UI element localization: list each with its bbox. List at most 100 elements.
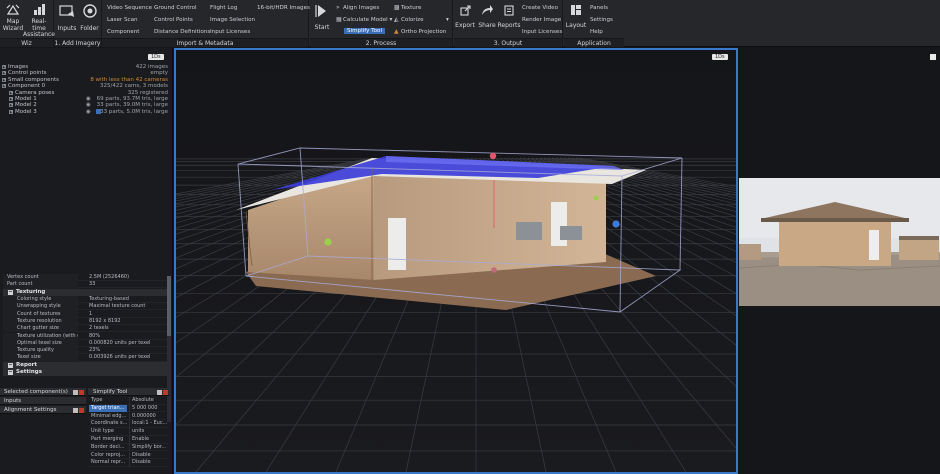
panel-close-icon[interactable] bbox=[79, 407, 84, 413]
colorize-button[interactable]: ◭ Colorize bbox=[394, 17, 424, 24]
property-row[interactable]: Part count 33 bbox=[3, 281, 167, 289]
properties-scrollbar-thumb[interactable] bbox=[167, 276, 171, 336]
inputs-button[interactable]: Inputs bbox=[57, 2, 77, 33]
folder-button[interactable]: Folder bbox=[79, 2, 100, 33]
property-row[interactable]: Vertex count 2.5M (2526460) bbox=[3, 274, 167, 282]
simplify-setting-row[interactable]: Target trian... 5 000 000 bbox=[89, 404, 169, 413]
tree-expand-icon[interactable]: + bbox=[9, 103, 13, 108]
property-row[interactable]: Coloring style Texturing-based bbox=[3, 296, 167, 304]
simplify-setting-row[interactable]: Normal repr... Disable bbox=[89, 459, 169, 467]
selected-components-panel-header[interactable]: Selected component(s) bbox=[0, 388, 86, 396]
simplify-setting-row[interactable]: Type Absolute bbox=[89, 397, 169, 405]
video-sequence-button[interactable]: Video Sequence bbox=[107, 5, 152, 11]
property-row[interactable]: Count of textures 1 bbox=[3, 310, 167, 318]
simplify-setting-value[interactable]: Disable bbox=[129, 459, 169, 467]
gizmo-bottom-handle[interactable] bbox=[491, 267, 497, 273]
hdr-images-button[interactable]: 16-bit/HDR Images bbox=[257, 5, 310, 11]
tree-expand-icon[interactable]: + bbox=[9, 90, 13, 95]
tree-expand-icon[interactable]: + bbox=[9, 97, 13, 101]
simplify-tool-panel-header[interactable]: Simplify Tool bbox=[88, 388, 170, 396]
section-toggle-icon[interactable]: − bbox=[8, 289, 13, 295]
render-image-button[interactable]: Render Image bbox=[522, 17, 561, 23]
section-toggle-icon[interactable]: − bbox=[8, 370, 13, 376]
settings-section-header[interactable]: − Settings bbox=[3, 369, 167, 377]
settings-button[interactable]: Settings bbox=[590, 17, 613, 23]
simplify-setting-value[interactable]: units bbox=[129, 428, 169, 436]
process-more-dropdown[interactable]: ▾ bbox=[446, 17, 449, 23]
panel-close-icon[interactable] bbox=[79, 389, 84, 395]
simplify-setting-row[interactable]: Part merging Enable bbox=[89, 436, 169, 444]
simplify-setting-value[interactable]: Simplify bor... bbox=[129, 443, 169, 452]
tree-zoom-badge[interactable]: 1Ds bbox=[148, 54, 164, 60]
inputs-panel-header[interactable]: Inputs bbox=[0, 397, 86, 405]
panels-button[interactable]: Panels bbox=[590, 5, 608, 11]
simplify-setting-value[interactable]: 0.000000 bbox=[129, 412, 169, 421]
viewport-zoom-badge[interactable]: 1Ds bbox=[712, 54, 728, 60]
selected-model-icon[interactable] bbox=[96, 109, 101, 115]
tree-expand-icon[interactable]: + bbox=[2, 84, 6, 89]
create-video-button[interactable]: Create Video bbox=[522, 5, 558, 11]
simplify-setting-row[interactable]: Unit type units bbox=[89, 428, 169, 436]
3d-viewport[interactable]: 1Ds bbox=[174, 48, 738, 474]
output-input-licenses-button[interactable]: Input Licenses bbox=[522, 29, 562, 35]
panel-detach-icon[interactable] bbox=[73, 407, 78, 413]
property-row[interactable]: Texture quality 23% bbox=[3, 347, 167, 355]
ground-control-button[interactable]: Ground Control bbox=[154, 5, 197, 11]
calculate-model-button[interactable]: ▦Calculate Model ▾ bbox=[336, 17, 392, 24]
property-row[interactable]: Chart gutter size 2 texels bbox=[3, 325, 167, 333]
tree-expand-icon[interactable]: + bbox=[2, 77, 6, 82]
property-row[interactable]: Texture utilization (with gut... 80% bbox=[3, 332, 167, 340]
tree-expand-icon[interactable]: + bbox=[2, 65, 6, 69]
control-points-button[interactable]: Control Points bbox=[154, 17, 193, 23]
panel-detach-icon[interactable] bbox=[73, 389, 78, 395]
simplify-setting-row[interactable]: Minimal edg... 0.000000 bbox=[89, 412, 169, 421]
texturing-section-header[interactable]: − Texturing bbox=[3, 288, 167, 296]
texture-button[interactable]: ▩Texture bbox=[394, 5, 421, 12]
property-row[interactable]: Texel size 0.003926 units per texel bbox=[3, 354, 167, 362]
simplify-setting-value[interactable]: Disable bbox=[129, 451, 169, 460]
tree-item[interactable]: + Model 3 33 parts, 5.0M tris, large ◉ bbox=[2, 109, 168, 116]
simplify-setting-row[interactable]: Border deci... Simplify bor... bbox=[89, 443, 169, 452]
simplify-setting-row[interactable]: Color reproj... Disable bbox=[89, 451, 169, 460]
simplify-setting-value[interactable]: 5 000 000 bbox=[129, 404, 169, 413]
simplify-setting-value[interactable]: local:1 - Euc... bbox=[129, 420, 169, 428]
flight-log-button[interactable]: Flight Log bbox=[210, 5, 237, 11]
panel-detach-icon[interactable] bbox=[157, 389, 162, 395]
layout-button[interactable]: Layout bbox=[566, 2, 586, 30]
report-section-header[interactable]: − Report bbox=[3, 361, 167, 370]
gizmo-top-handle[interactable] bbox=[489, 152, 497, 160]
image-viewport-badge[interactable] bbox=[930, 54, 936, 60]
tree-expand-icon[interactable]: + bbox=[9, 109, 13, 114]
ortho-projection-button[interactable]: ▲ Ortho Projection bbox=[394, 29, 446, 36]
reports-button[interactable]: Reports bbox=[498, 2, 521, 30]
realtime-assistance-button[interactable]: Real-time Assistance bbox=[23, 2, 55, 39]
gizmo-right-handle[interactable] bbox=[612, 220, 620, 228]
simplify-tool-button[interactable]: Simplify Tool bbox=[344, 28, 386, 34]
laser-scan-button[interactable]: Laser Scan bbox=[107, 17, 138, 23]
alignment-settings-panel-header[interactable]: Alignment Settings bbox=[0, 406, 86, 414]
help-button[interactable]: Help bbox=[590, 29, 603, 35]
visibility-eye-icon[interactable]: ◉ bbox=[86, 109, 91, 116]
image-selection-button[interactable]: Image Selection bbox=[210, 17, 255, 23]
simplify-setting-value[interactable]: Absolute bbox=[129, 397, 169, 405]
gizmo-small-handle[interactable] bbox=[593, 195, 599, 201]
align-images-button[interactable]: » Align Images bbox=[336, 5, 379, 12]
panel-close-icon[interactable] bbox=[163, 389, 168, 395]
distance-definitions-button[interactable]: Distance Definitions bbox=[154, 29, 210, 35]
simplify-setting-row[interactable]: Coordinate s... local:1 - Euc... bbox=[89, 420, 169, 428]
property-row[interactable]: Unwrapping style Maximal texture count bbox=[3, 303, 167, 311]
tree-expand-icon[interactable]: + bbox=[2, 71, 6, 76]
start-button[interactable]: Start bbox=[313, 2, 331, 32]
section-toggle-icon[interactable]: − bbox=[8, 362, 13, 368]
share-button[interactable]: Share bbox=[477, 2, 497, 30]
property-row[interactable]: Optimal texel size 0.000820 units per tex… bbox=[3, 339, 167, 347]
property-row[interactable]: Texture resolution 8192 x 8192 bbox=[3, 317, 167, 326]
image-viewport[interactable] bbox=[739, 48, 940, 474]
input-licenses-button[interactable]: Input Licenses bbox=[210, 29, 250, 35]
simplify-setting-value[interactable]: Enable bbox=[129, 436, 169, 444]
component-button[interactable]: Component bbox=[107, 29, 139, 35]
export-button[interactable]: Export bbox=[455, 2, 475, 30]
map-wizard-button[interactable]: Map Wizard bbox=[2, 2, 24, 32]
3d-scene[interactable] bbox=[176, 50, 736, 472]
gizmo-left-handle[interactable] bbox=[324, 238, 332, 246]
